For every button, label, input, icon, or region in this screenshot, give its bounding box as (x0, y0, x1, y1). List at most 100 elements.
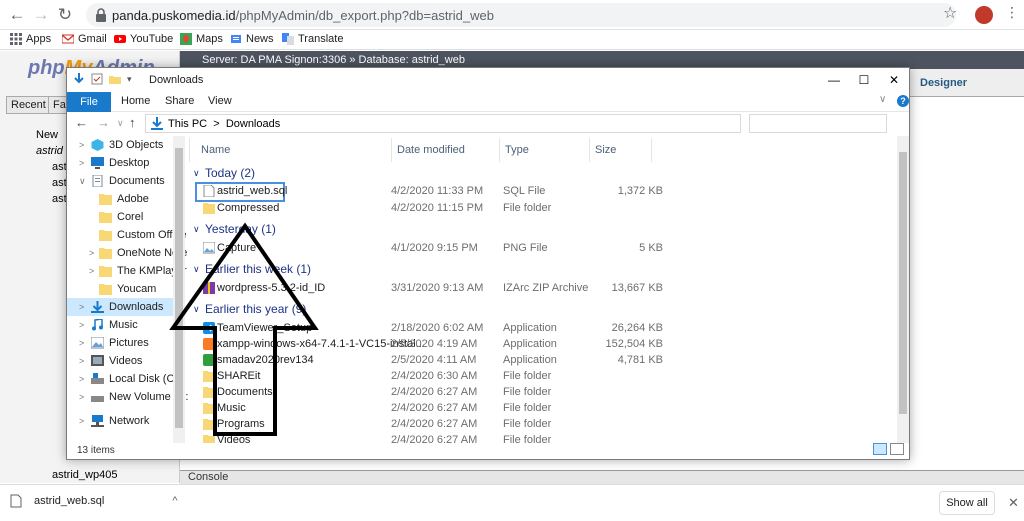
tab-view[interactable]: View (208, 95, 232, 107)
folder-icon (99, 194, 112, 205)
file-row-astrid-web-sql[interactable]: astrid_web.sql (195, 182, 287, 202)
explorer-address-bar[interactable]: This PC > Downloads ∨ ↻ (145, 114, 816, 133)
apps-grid-icon (10, 33, 22, 45)
show-all-button[interactable]: Show all (939, 491, 995, 515)
maximize-button[interactable]: ☐ (849, 71, 879, 89)
new-folder-icon[interactable] (109, 73, 121, 85)
forward-icon[interactable]: → (30, 4, 52, 26)
ribbon-tabs: File Home Share View ∨ ? (67, 92, 909, 112)
bookmark-news[interactable]: News (230, 33, 274, 45)
avatar[interactable] (975, 6, 993, 24)
cube-icon (91, 139, 104, 151)
tab-home[interactable]: Home (121, 95, 150, 107)
videos-icon (91, 355, 104, 366)
pma-designer-tab[interactable]: Designer (920, 77, 967, 89)
address-bar[interactable]: panda.puskomedia.id/phpMyAdmin/db_export… (86, 3, 956, 27)
drive-icon (91, 396, 104, 402)
file-row-astrid-web-sql-details: 4/2/2020 11:33 PM SQL File 1,372 KB (391, 185, 663, 197)
drive-icon (91, 373, 104, 384)
download-shelf: astrid_web.sql ^ Show all ✕ (0, 484, 1024, 521)
address-path: This PC > Downloads (168, 118, 281, 130)
back-icon[interactable]: ← (6, 4, 28, 26)
folder-icon (99, 266, 112, 277)
pma-tree-db-bottom[interactable]: astrid_wp405 (52, 469, 117, 481)
group-today[interactable]: ∨ Today (2) (193, 166, 255, 180)
explorer-titlebar: ▾ Downloads — ☐ ✕ (67, 68, 909, 92)
forward-icon[interactable]: → (97, 115, 110, 130)
properties-icon[interactable] (91, 73, 103, 85)
youtube-icon (114, 35, 126, 43)
downloads-icon (91, 301, 104, 313)
downloads-icon (151, 117, 163, 130)
translate-icon (282, 33, 294, 45)
bookmark-translate[interactable]: Translate (282, 33, 343, 45)
tab-file[interactable]: File (67, 92, 111, 112)
pma-breadcrumb[interactable]: Server: DA PMA Signon:3306 » Database: a… (202, 54, 465, 66)
folder-icon (99, 230, 112, 241)
column-header-size[interactable]: Size (595, 144, 616, 156)
nav-item-adobe[interactable]: Adobe (67, 190, 185, 208)
column-header-name[interactable]: Name (201, 144, 230, 156)
search-input[interactable] (749, 114, 887, 133)
window-title: Downloads (149, 74, 204, 86)
file-row-compressed[interactable]: Compressed 4/2/2020 11:15 PM File folder (195, 200, 895, 216)
pma-tree-new[interactable]: New (36, 129, 58, 141)
tab-share[interactable]: Share (165, 95, 194, 107)
download-arrow-icon[interactable] (73, 73, 85, 85)
documents-icon (92, 175, 103, 187)
nav-item-desktop[interactable]: > Desktop (67, 154, 185, 172)
folder-icon (99, 212, 112, 223)
up-icon[interactable]: ↑ (129, 115, 136, 130)
qat-dropdown-icon[interactable]: ▾ (127, 74, 132, 85)
pictures-icon (91, 337, 104, 349)
chevron-up-icon[interactable]: ^ (172, 495, 177, 507)
address-row: ← → ∨ ↑ This PC > Downloads ∨ ↻ (67, 112, 909, 136)
help-icon[interactable]: ? (897, 95, 909, 107)
file-icon (203, 185, 215, 197)
details-view-button[interactable] (873, 443, 887, 455)
url-text: panda.puskomedia.id/phpMyAdmin/db_export… (112, 8, 494, 23)
desktop-icon (91, 157, 104, 169)
folder-icon (203, 203, 215, 214)
file-list-scroll-thumb[interactable] (899, 152, 907, 414)
music-icon (92, 319, 103, 331)
bookmark-star-icon[interactable]: ☆ (943, 3, 957, 23)
bookmark-gmail[interactable]: Gmail (62, 33, 107, 45)
status-bar: 13 items (67, 443, 909, 459)
bookmark-apps[interactable]: Apps (10, 33, 51, 45)
download-filename: astrid_web.sql (34, 495, 105, 507)
large-icons-view-button[interactable] (890, 443, 904, 455)
lock-icon (96, 8, 106, 22)
quick-access-toolbar: ▾ (73, 73, 132, 85)
back-icon[interactable]: ← (75, 115, 88, 130)
network-icon (91, 415, 104, 427)
view-toggle (873, 443, 904, 455)
nav-item-documents[interactable]: ∨ Documents (67, 172, 185, 190)
annotation-arrow-icon (169, 222, 319, 436)
column-header-type[interactable]: Type (505, 144, 529, 156)
bookmarks-bar: Apps Gmail YouTube Maps News Translate (0, 30, 1024, 50)
column-header-date[interactable]: Date modified (397, 144, 465, 156)
pma-console[interactable]: Console (180, 470, 1024, 484)
browser-toolbar: ← → ↻ panda.puskomedia.id/phpMyAdmin/db_… (0, 0, 1024, 30)
news-icon (231, 35, 241, 43)
maps-icon (180, 33, 192, 45)
pma-tree-db[interactable]: astrid (36, 145, 63, 157)
menu-icon[interactable]: ⋮ (1005, 4, 1019, 21)
pma-recent-tab[interactable]: Recent (6, 96, 51, 114)
item-count: 13 items (77, 445, 115, 456)
close-button[interactable]: ✕ (879, 71, 909, 89)
reload-icon[interactable]: ↻ (54, 4, 76, 26)
ribbon-expand-icon[interactable]: ∨ (879, 94, 886, 105)
download-item[interactable]: astrid_web.sql ^ (10, 494, 178, 508)
nav-item-3d-objects[interactable]: >3D Objects (67, 136, 185, 154)
minimize-button[interactable]: — (819, 71, 849, 89)
folder-icon (99, 284, 112, 295)
folder-icon (99, 248, 112, 259)
recent-locations-icon[interactable]: ∨ (117, 118, 124, 129)
bookmark-youtube[interactable]: YouTube (114, 33, 173, 45)
gmail-icon (62, 34, 74, 44)
bookmark-maps[interactable]: Maps (180, 33, 223, 45)
file-icon (10, 494, 22, 508)
close-icon[interactable]: ✕ (1008, 495, 1019, 511)
